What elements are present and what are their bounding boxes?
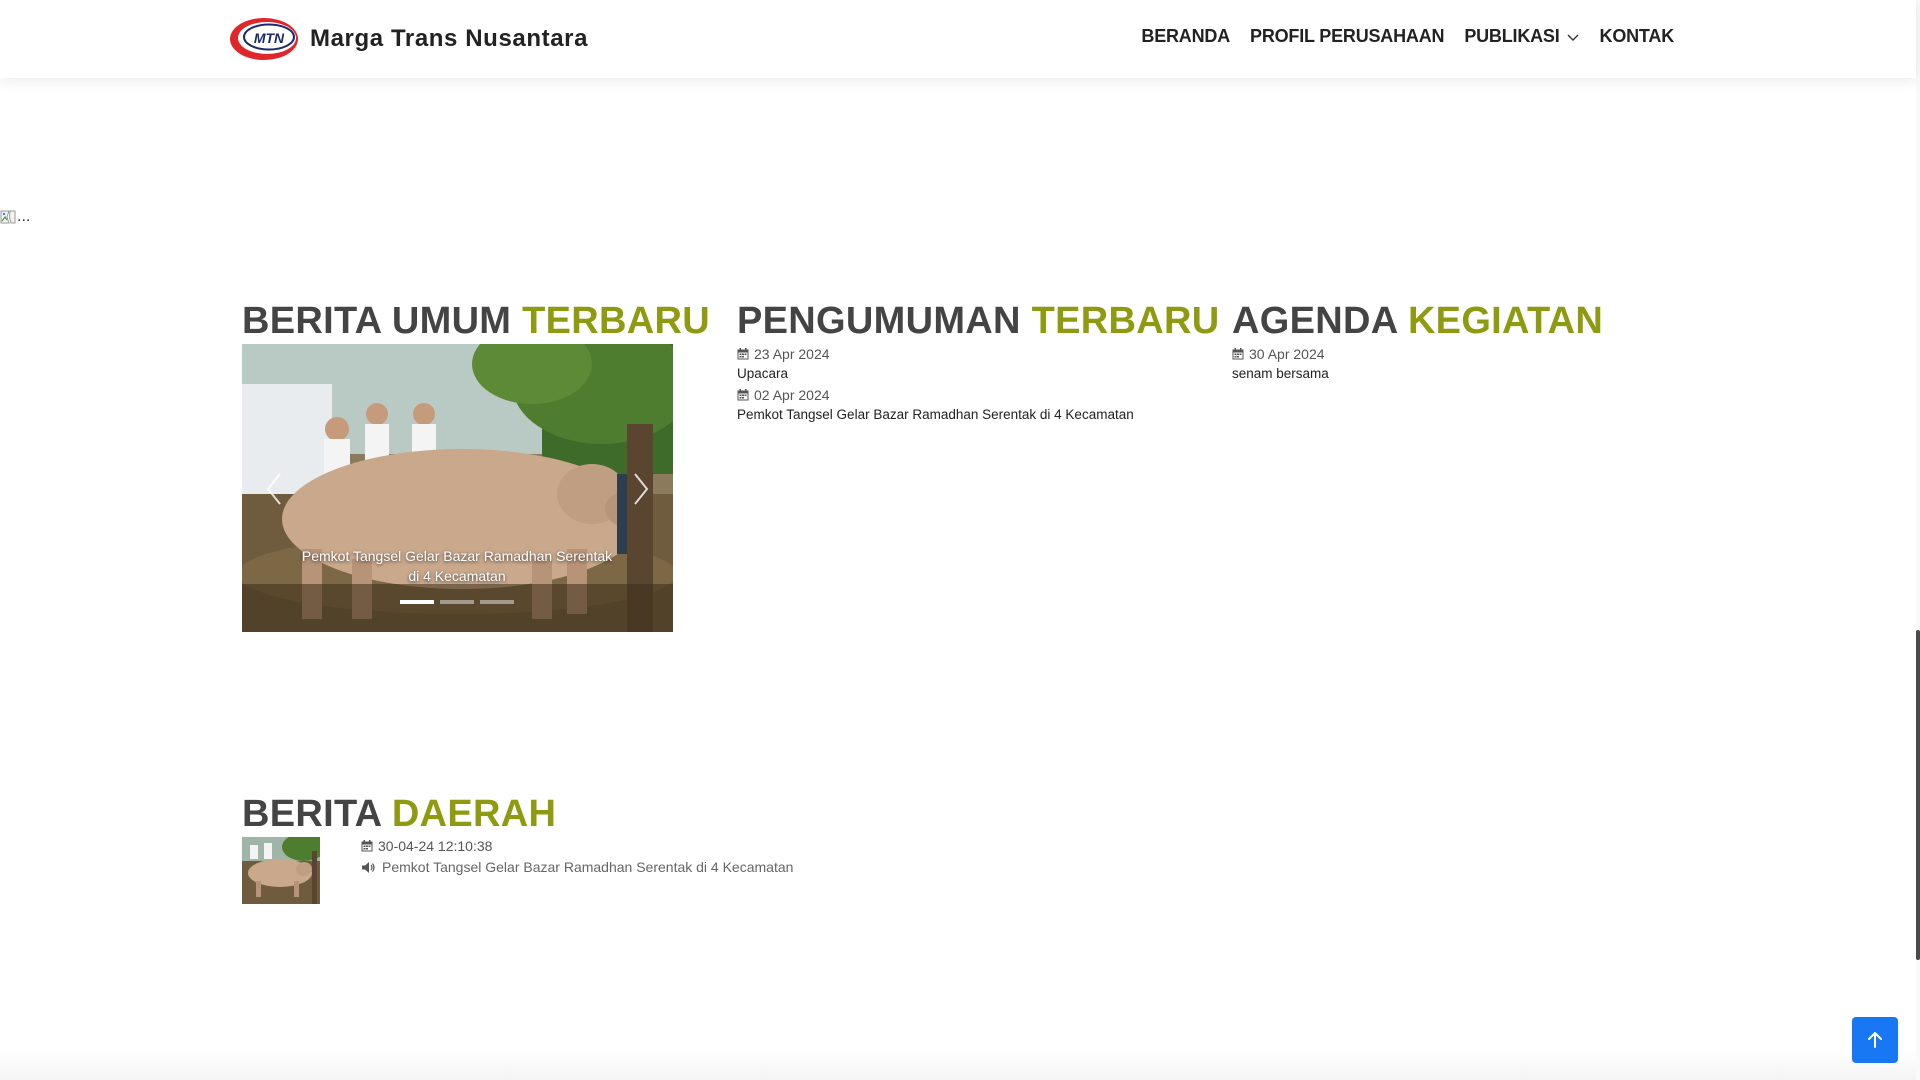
site-logo[interactable]: MTN Marga Trans Nusantara: [228, 16, 588, 62]
carousel-indicator[interactable]: [480, 600, 514, 604]
nav-publikasi[interactable]: PUBLIKASI: [1464, 26, 1579, 47]
nav-profil-perusahaan[interactable]: PROFIL PERUSAHAAN: [1250, 26, 1444, 47]
page-scrollbar[interactable]: [1916, 0, 1920, 1080]
broken-image-icon: [0, 210, 16, 224]
brand-name: Marga Trans Nusantara: [310, 25, 589, 52]
carousel-slide-image: [242, 344, 673, 632]
list-item: 23 Apr 2024 Upacara: [737, 344, 1134, 384]
megaphone-icon: [362, 861, 375, 873]
list-item: 02 Apr 2024 Pemkot Tangsel Gelar Bazar R…: [737, 385, 1134, 425]
berita-umum-heading: BERITA UMUM TERBARU: [242, 300, 710, 342]
calendar-icon: [737, 348, 749, 360]
calendar-icon: [361, 840, 373, 852]
carousel-indicator[interactable]: [440, 600, 474, 604]
item-date: 30-04-24 12:10:38: [361, 836, 793, 856]
item-date: 30 Apr 2024: [1232, 344, 1329, 364]
item-date: 02 Apr 2024: [737, 385, 1134, 405]
news-thumbnail[interactable]: [242, 837, 320, 904]
item-link[interactable]: Pemkot Tangsel Gelar Bazar Ramadhan Sere…: [737, 405, 1134, 425]
news-item: 30-04-24 12:10:38 Pemkot Tangsel Gelar B…: [361, 836, 793, 878]
agenda-list: 30 Apr 2024 senam bersama: [1232, 344, 1329, 385]
carousel-prev-icon[interactable]: [260, 464, 290, 514]
chevron-down-icon: [1567, 34, 1579, 41]
footer-top-edge: [0, 1050, 1916, 1080]
nav-kontak[interactable]: KONTAK: [1600, 26, 1675, 47]
logo-text: MTN: [254, 30, 285, 46]
banner-alt-text: ...: [17, 208, 31, 225]
back-to-top-button[interactable]: [1852, 1017, 1898, 1063]
item-date: 23 Apr 2024: [737, 344, 1134, 364]
arrow-up-icon: [1868, 1032, 1882, 1048]
site-header: MTN Marga Trans Nusantara BERANDA PROFIL…: [0, 0, 1916, 78]
item-link[interactable]: senam bersama: [1232, 364, 1329, 384]
banner-image-broken: ...: [0, 208, 30, 226]
carousel-caption[interactable]: Pemkot Tangsel Gelar Bazar Ramadhan Sere…: [297, 546, 617, 586]
calendar-icon: [737, 389, 749, 401]
news-title-link[interactable]: Pemkot Tangsel Gelar Bazar Ramadhan Sere…: [361, 856, 793, 878]
carousel-next-icon[interactable]: [625, 464, 655, 514]
main-nav: BERANDA PROFIL PERUSAHAAN PUBLIKASI KONT…: [1141, 26, 1674, 47]
news-carousel[interactable]: Pemkot Tangsel Gelar Bazar Ramadhan Sere…: [242, 344, 673, 632]
carousel-indicators: [400, 600, 520, 604]
list-item: 30 Apr 2024 senam bersama: [1232, 344, 1329, 384]
pengumuman-list: 23 Apr 2024 Upacara 02 Apr 2024 Pemkot T…: [737, 344, 1134, 426]
nav-beranda[interactable]: BERANDA: [1141, 26, 1230, 47]
mtn-logo-icon: MTN: [230, 18, 298, 60]
agenda-heading: AGENDA KEGIATAN: [1232, 300, 1604, 342]
scrollbar-thumb[interactable]: [1916, 630, 1920, 960]
item-link[interactable]: Upacara: [737, 364, 1134, 384]
berita-daerah-heading: BERITA DAERAH: [242, 793, 557, 835]
carousel-indicator[interactable]: [400, 600, 434, 604]
thumbnail-image: [242, 837, 320, 904]
calendar-icon: [1232, 348, 1244, 360]
pengumuman-heading: PENGUMUMAN TERBARU: [737, 300, 1220, 342]
